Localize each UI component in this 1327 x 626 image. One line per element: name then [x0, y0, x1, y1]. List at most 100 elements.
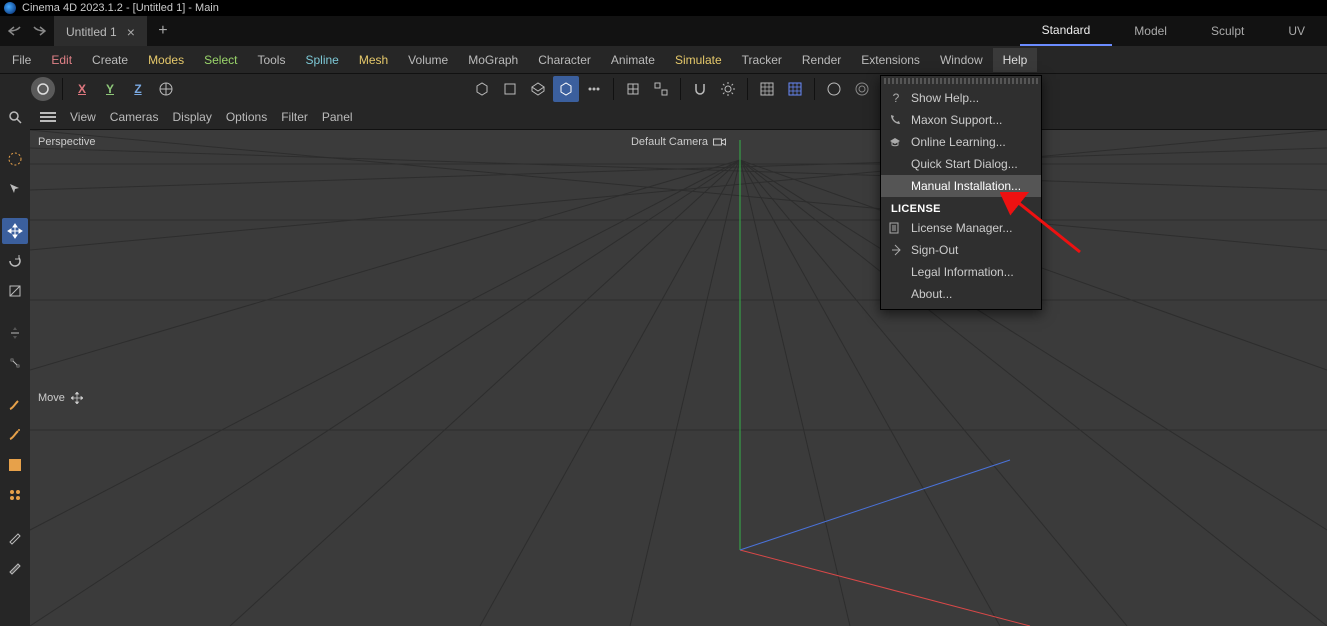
titlebar: Cinema 4D 2023.1.2 - [Untitled 1] - Main: [0, 0, 1327, 16]
help-about[interactable]: About...: [881, 283, 1041, 305]
help-manual-installation[interactable]: Manual Installation...: [881, 175, 1041, 197]
brush2-icon[interactable]: [2, 422, 28, 448]
menu-modes[interactable]: Modes: [138, 48, 194, 72]
scale-tool-icon[interactable]: [2, 278, 28, 304]
prim-active-icon[interactable]: [553, 76, 579, 102]
3d-viewport[interactable]: Perspective Default Camera Move: [30, 130, 1327, 626]
tab-label: Untitled 1: [66, 25, 117, 39]
pen-icon[interactable]: [2, 524, 28, 550]
camera-label: Default Camera: [631, 136, 726, 148]
hamburger-icon[interactable]: [40, 112, 56, 122]
app-icon: [4, 2, 16, 14]
viewmenu-cameras[interactable]: Cameras: [110, 110, 159, 124]
viewmenu-panel[interactable]: Panel: [322, 110, 353, 124]
redo-button[interactable]: [28, 21, 48, 41]
cursor-icon[interactable]: [2, 176, 28, 202]
search-icon[interactable]: [2, 104, 28, 130]
signout-icon: [889, 244, 903, 256]
viewport-column: View Cameras Display Options Filter Pane…: [30, 104, 1327, 626]
orange-square-icon[interactable]: [2, 452, 28, 478]
grid-render: [30, 130, 1327, 626]
menu-spline[interactable]: Spline: [295, 48, 348, 72]
help-maxon-support[interactable]: Maxon Support...: [881, 109, 1041, 131]
phone-icon: [889, 114, 903, 126]
menu-tracker[interactable]: Tracker: [732, 48, 792, 72]
circle1-icon[interactable]: [821, 76, 847, 102]
workarea: View Cameras Display Options Filter Pane…: [0, 104, 1327, 626]
camera-icon: [712, 137, 726, 147]
help-license-manager[interactable]: License Manager...: [881, 217, 1041, 239]
recent-tool1-icon[interactable]: [2, 320, 28, 346]
menu-window[interactable]: Window: [930, 48, 993, 72]
axis-z-button[interactable]: Z: [125, 76, 151, 102]
menu-render[interactable]: Render: [792, 48, 851, 72]
document-icon: [889, 222, 903, 234]
viewport-label: Perspective: [38, 136, 95, 148]
prim-cube-icon[interactable]: [469, 76, 495, 102]
tool-tooltip: Move: [38, 392, 83, 404]
grid2-icon[interactable]: [782, 76, 808, 102]
document-tab[interactable]: Untitled 1 ×: [54, 16, 147, 46]
help-show-help[interactable]: ?Show Help...: [881, 87, 1041, 109]
layout-tab-sculpt[interactable]: Sculpt: [1189, 16, 1266, 46]
rotate-tool-icon[interactable]: [2, 248, 28, 274]
axis-y-button[interactable]: Y: [97, 76, 123, 102]
viewmenu-options[interactable]: Options: [226, 110, 267, 124]
help-legal[interactable]: Legal Information...: [881, 261, 1041, 283]
viewport-menu: View Cameras Display Options Filter Pane…: [30, 104, 1327, 130]
viewmenu-display[interactable]: Display: [172, 110, 211, 124]
menu-help[interactable]: Help: [993, 48, 1038, 72]
add-tab-button[interactable]: +: [147, 16, 179, 46]
undo-button[interactable]: [6, 21, 26, 41]
menu-volume[interactable]: Volume: [398, 48, 458, 72]
brush1-icon[interactable]: [2, 392, 28, 418]
question-icon: ?: [889, 91, 903, 105]
menu-edit[interactable]: Edit: [41, 48, 82, 72]
gear-icon[interactable]: [715, 76, 741, 102]
layout-tab-model[interactable]: Model: [1112, 16, 1189, 46]
close-icon[interactable]: ×: [127, 24, 135, 40]
grid1-icon[interactable]: [754, 76, 780, 102]
axis-x-button[interactable]: X: [69, 76, 95, 102]
left-toolbar: [0, 104, 30, 626]
menu-create[interactable]: Create: [82, 48, 138, 72]
multi-dot-icon[interactable]: [2, 482, 28, 508]
menu-tools[interactable]: Tools: [247, 48, 295, 72]
help-sign-out[interactable]: Sign-Out: [881, 239, 1041, 261]
dropdown-grip[interactable]: [884, 78, 1038, 84]
layout-tab-uv[interactable]: UV: [1266, 16, 1327, 46]
magnet-icon[interactable]: [687, 76, 713, 102]
main-menu-bar: File Edit Create Modes Select Tools Spli…: [0, 46, 1327, 74]
live-select-icon[interactable]: [2, 146, 28, 172]
pen2-icon[interactable]: [2, 554, 28, 580]
graduation-icon: [889, 136, 903, 148]
menu-mesh[interactable]: Mesh: [349, 48, 398, 72]
titlebar-text: Cinema 4D 2023.1.2 - [Untitled 1] - Main: [22, 2, 219, 14]
world-axis-button[interactable]: [153, 76, 179, 102]
prim-cube2-icon[interactable]: [497, 76, 523, 102]
prim-cube3-icon[interactable]: [525, 76, 551, 102]
menu-mograph[interactable]: MoGraph: [458, 48, 528, 72]
main-toolbar: X Y Z: [0, 74, 1327, 104]
menu-select[interactable]: Select: [194, 48, 247, 72]
help-quick-start[interactable]: Quick Start Dialog...: [881, 153, 1041, 175]
circle2-icon[interactable]: [849, 76, 875, 102]
recent-tool2-icon[interactable]: [2, 350, 28, 376]
layout-tab-standard[interactable]: Standard: [1020, 16, 1113, 46]
move-tool-icon[interactable]: [2, 218, 28, 244]
menu-extensions[interactable]: Extensions: [851, 48, 930, 72]
coord2-icon[interactable]: [648, 76, 674, 102]
prim-dots-icon[interactable]: [581, 76, 607, 102]
menu-simulate[interactable]: Simulate: [665, 48, 732, 72]
layout-switcher: Standard Model Sculpt UV: [1020, 16, 1327, 46]
help-dropdown: ?Show Help... Maxon Support... Online Le…: [880, 75, 1042, 310]
menu-character[interactable]: Character: [528, 48, 601, 72]
help-section-license: LICENSE: [881, 197, 1041, 217]
help-online-learning[interactable]: Online Learning...: [881, 131, 1041, 153]
menu-animate[interactable]: Animate: [601, 48, 665, 72]
viewmenu-filter[interactable]: Filter: [281, 110, 308, 124]
viewmenu-view[interactable]: View: [70, 110, 96, 124]
logo-icon[interactable]: [30, 76, 56, 102]
coord-icon[interactable]: [620, 76, 646, 102]
menu-file[interactable]: File: [2, 48, 41, 72]
